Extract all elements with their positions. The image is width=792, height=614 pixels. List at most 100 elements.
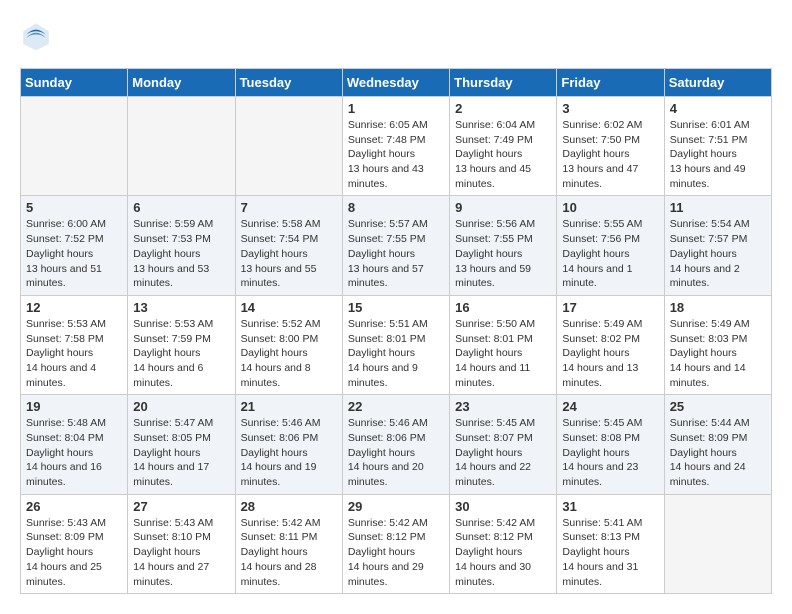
day-cell: 7 Sunrise: 5:58 AMSunset: 7:54 PMDaylight… xyxy=(235,196,342,295)
day-number: 20 xyxy=(133,399,229,414)
header-tuesday: Tuesday xyxy=(235,69,342,97)
day-number: 22 xyxy=(348,399,444,414)
day-cell: 23Sunrise: 5:45 AMSunset: 8:07 PMDayligh… xyxy=(450,395,557,494)
day-info: Sunrise: 5:51 AMSunset: 8:01 PMDaylight … xyxy=(348,317,444,390)
day-cell: 29Sunrise: 5:42 AMSunset: 8:12 PMDayligh… xyxy=(342,494,449,593)
day-info: Sunrise: 6:05 AMSunset: 7:48 PMDaylight … xyxy=(348,118,444,191)
day-cell: 16Sunrise: 5:50 AMSunset: 8:01 PMDayligh… xyxy=(450,295,557,394)
day-info: Sunrise: 5:52 AMSunset: 8:00 PMDaylight … xyxy=(241,317,337,390)
day-number: 2 xyxy=(455,101,551,116)
week-row-5: 26 Sunrise: 5:43 AMSunset: 8:09 PMDayligh… xyxy=(21,494,772,593)
day-number: 7 xyxy=(241,200,337,215)
day-number: 21 xyxy=(241,399,337,414)
day-info: Sunrise: 5:53 AMSunset: 7:59 PMDaylight … xyxy=(133,317,229,390)
day-info: Sunrise: 5:47 AMSunset: 8:05 PMDaylight … xyxy=(133,416,229,489)
day-info: Sunrise: 6:02 AMSunset: 7:50 PMDaylight … xyxy=(562,118,658,191)
day-cell: 31Sunrise: 5:41 AMSunset: 8:13 PMDayligh… xyxy=(557,494,664,593)
day-cell: 14 Sunrise: 5:52 AMSunset: 8:00 PMDayligh… xyxy=(235,295,342,394)
header-friday: Friday xyxy=(557,69,664,97)
day-cell: 18Sunrise: 5:49 AMSunset: 8:03 PMDayligh… xyxy=(664,295,771,394)
day-cell: 19Sunrise: 5:48 AMSunset: 8:04 PMDayligh… xyxy=(21,395,128,494)
day-info: Sunrise: 6:01 AMSunset: 7:51 PMDaylight … xyxy=(670,118,766,191)
day-info: Sunrise: 5:45 AMSunset: 8:08 PMDaylight … xyxy=(562,416,658,489)
day-cell: 8 Sunrise: 5:57 AMSunset: 7:55 PMDaylight… xyxy=(342,196,449,295)
day-cell: 28Sunrise: 5:42 AMSunset: 8:11 PMDayligh… xyxy=(235,494,342,593)
day-cell: 26 Sunrise: 5:43 AMSunset: 8:09 PMDayligh… xyxy=(21,494,128,593)
day-info: Sunrise: 5:46 AMSunset: 8:06 PMDaylight … xyxy=(348,416,444,489)
day-info: Sunrise: 5:41 AMSunset: 8:13 PMDaylight … xyxy=(562,516,658,589)
day-info: Sunrise: 5:59 AMSunset: 7:53 PMDaylight … xyxy=(133,217,229,290)
week-row-3: 12 Sunrise: 5:53 AMSunset: 7:58 PMDayligh… xyxy=(21,295,772,394)
day-info: Sunrise: 5:58 AMSunset: 7:54 PMDaylight … xyxy=(241,217,337,290)
day-cell: 12 Sunrise: 5:53 AMSunset: 7:58 PMDayligh… xyxy=(21,295,128,394)
day-cell: 10 Sunrise: 5:55 AMSunset: 7:56 PMDayligh… xyxy=(557,196,664,295)
day-cell xyxy=(664,494,771,593)
day-info: Sunrise: 5:44 AMSunset: 8:09 PMDaylight … xyxy=(670,416,766,489)
day-info: Sunrise: 5:50 AMSunset: 8:01 PMDaylight … xyxy=(455,317,551,390)
day-info: Sunrise: 5:56 AMSunset: 7:55 PMDaylight … xyxy=(455,217,551,290)
day-cell: 15 Sunrise: 5:51 AMSunset: 8:01 PMDayligh… xyxy=(342,295,449,394)
day-number: 6 xyxy=(133,200,229,215)
day-cell: 2 Sunrise: 6:04 AMSunset: 7:49 PMDaylight… xyxy=(450,97,557,196)
day-cell: 6 Sunrise: 5:59 AMSunset: 7:53 PMDaylight… xyxy=(128,196,235,295)
day-info: Sunrise: 5:55 AMSunset: 7:56 PMDaylight … xyxy=(562,217,658,290)
day-number: 5 xyxy=(26,200,122,215)
day-number: 26 xyxy=(26,499,122,514)
day-info: Sunrise: 5:49 AMSunset: 8:02 PMDaylight … xyxy=(562,317,658,390)
calendar-header xyxy=(20,20,772,52)
day-cell: 13 Sunrise: 5:53 AMSunset: 7:59 PMDayligh… xyxy=(128,295,235,394)
day-number: 13 xyxy=(133,300,229,315)
day-number: 12 xyxy=(26,300,122,315)
day-number: 4 xyxy=(670,101,766,116)
day-number: 3 xyxy=(562,101,658,116)
day-info: Sunrise: 5:48 AMSunset: 8:04 PMDaylight … xyxy=(26,416,122,489)
day-cell: 4 Sunrise: 6:01 AMSunset: 7:51 PMDaylight… xyxy=(664,97,771,196)
day-cell: 24 Sunrise: 5:45 AMSunset: 8:08 PMDayligh… xyxy=(557,395,664,494)
day-cell: 25 Sunrise: 5:44 AMSunset: 8:09 PMDayligh… xyxy=(664,395,771,494)
day-info: Sunrise: 5:46 AMSunset: 8:06 PMDaylight … xyxy=(241,416,337,489)
logo xyxy=(20,20,56,52)
calendar-table: SundayMondayTuesdayWednesdayThursdayFrid… xyxy=(20,68,772,594)
day-info: Sunrise: 5:43 AMSunset: 8:10 PMDaylight … xyxy=(133,516,229,589)
day-number: 11 xyxy=(670,200,766,215)
day-cell: 3 Sunrise: 6:02 AMSunset: 7:50 PMDaylight… xyxy=(557,97,664,196)
header-row: SundayMondayTuesdayWednesdayThursdayFrid… xyxy=(21,69,772,97)
day-info: Sunrise: 5:54 AMSunset: 7:57 PMDaylight … xyxy=(670,217,766,290)
header-saturday: Saturday xyxy=(664,69,771,97)
day-cell: 27 Sunrise: 5:43 AMSunset: 8:10 PMDayligh… xyxy=(128,494,235,593)
day-number: 27 xyxy=(133,499,229,514)
day-number: 25 xyxy=(670,399,766,414)
day-number: 28 xyxy=(241,499,337,514)
day-info: Sunrise: 5:42 AMSunset: 8:12 PMDaylight … xyxy=(455,516,551,589)
logo-icon xyxy=(20,20,52,52)
header-thursday: Thursday xyxy=(450,69,557,97)
day-cell: 21 Sunrise: 5:46 AMSunset: 8:06 PMDayligh… xyxy=(235,395,342,494)
header-wednesday: Wednesday xyxy=(342,69,449,97)
day-cell: 20 Sunrise: 5:47 AMSunset: 8:05 PMDayligh… xyxy=(128,395,235,494)
day-number: 10 xyxy=(562,200,658,215)
day-cell: 30 Sunrise: 5:42 AMSunset: 8:12 PMDayligh… xyxy=(450,494,557,593)
day-cell xyxy=(235,97,342,196)
day-number: 17 xyxy=(562,300,658,315)
day-cell xyxy=(128,97,235,196)
day-cell: 5 Sunrise: 6:00 AMSunset: 7:52 PMDaylight… xyxy=(21,196,128,295)
day-number: 24 xyxy=(562,399,658,414)
week-row-1: 1Sunrise: 6:05 AMSunset: 7:48 PMDaylight… xyxy=(21,97,772,196)
day-info: Sunrise: 6:00 AMSunset: 7:52 PMDaylight … xyxy=(26,217,122,290)
week-row-4: 19Sunrise: 5:48 AMSunset: 8:04 PMDayligh… xyxy=(21,395,772,494)
day-info: Sunrise: 5:53 AMSunset: 7:58 PMDaylight … xyxy=(26,317,122,390)
header-sunday: Sunday xyxy=(21,69,128,97)
day-number: 30 xyxy=(455,499,551,514)
day-number: 14 xyxy=(241,300,337,315)
day-number: 9 xyxy=(455,200,551,215)
day-number: 18 xyxy=(670,300,766,315)
day-info: Sunrise: 6:04 AMSunset: 7:49 PMDaylight … xyxy=(455,118,551,191)
day-info: Sunrise: 5:57 AMSunset: 7:55 PMDaylight … xyxy=(348,217,444,290)
day-info: Sunrise: 5:45 AMSunset: 8:07 PMDaylight … xyxy=(455,416,551,489)
day-number: 8 xyxy=(348,200,444,215)
day-number: 15 xyxy=(348,300,444,315)
day-cell: 22 Sunrise: 5:46 AMSunset: 8:06 PMDayligh… xyxy=(342,395,449,494)
day-cell: 17 Sunrise: 5:49 AMSunset: 8:02 PMDayligh… xyxy=(557,295,664,394)
day-info: Sunrise: 5:43 AMSunset: 8:09 PMDaylight … xyxy=(26,516,122,589)
header-monday: Monday xyxy=(128,69,235,97)
